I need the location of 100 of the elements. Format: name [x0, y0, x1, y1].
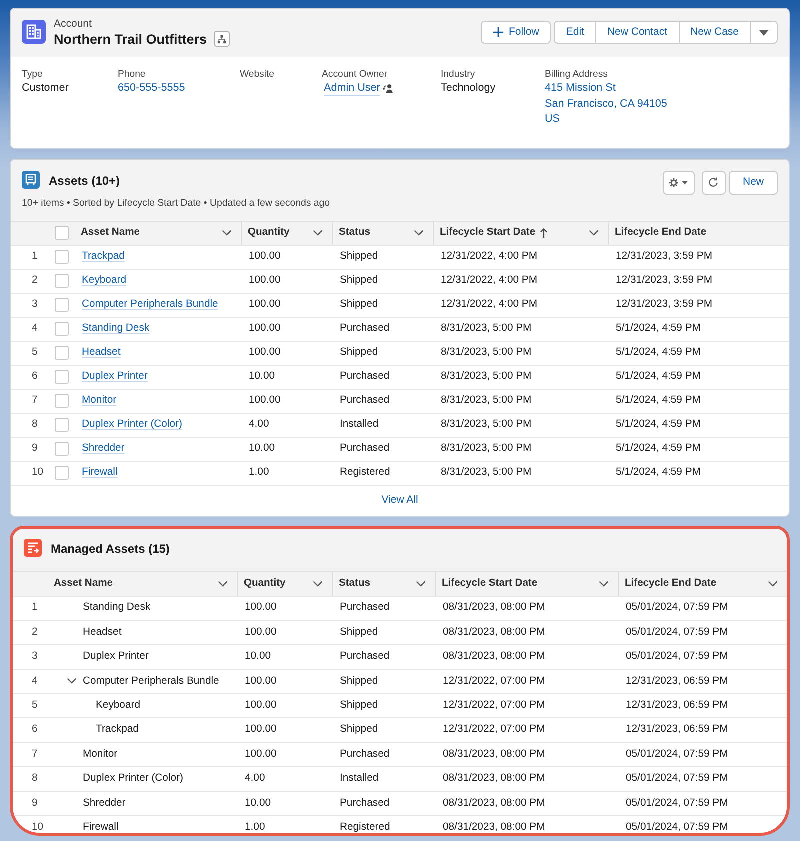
row-checkbox[interactable] — [55, 298, 69, 312]
asset-name: Computer Peripherals Bundle — [83, 674, 220, 689]
column-header[interactable]: Lifecycle Start Date — [436, 570, 619, 596]
row-checkbox[interactable] — [55, 250, 69, 264]
chevron-down-icon[interactable] — [589, 230, 599, 236]
quantity-text: 4.00 — [244, 772, 266, 786]
column-header[interactable]: Asset Name — [75, 220, 242, 244]
asset-name: Monitor — [83, 748, 118, 762]
select-all-checkbox[interactable] — [55, 226, 69, 240]
chevron-down-icon[interactable] — [218, 580, 228, 586]
action-button[interactable]: New Contact — [595, 21, 680, 44]
view-all-link[interactable]: View All — [382, 492, 418, 508]
date-text: 12/31/2022, 4:00 PM — [440, 274, 538, 288]
status-text: Registered — [339, 466, 390, 480]
row-number: 8 — [31, 773, 38, 784]
chevron-down-icon[interactable] — [416, 580, 426, 586]
date-text: 8/31/2023, 5:00 PM — [440, 466, 532, 480]
asset-link[interactable]: Duplex Printer — [82, 371, 148, 382]
row-number: 4 — [31, 676, 38, 687]
action-button[interactable]: New Case — [678, 21, 751, 44]
field-link[interactable]: 415 Mission St — [545, 81, 616, 96]
asset-link[interactable]: Headset — [82, 347, 121, 358]
row-number: 3 — [31, 651, 38, 662]
column-header[interactable]: Lifecycle End Date — [609, 220, 789, 244]
chevron-down-icon[interactable] — [768, 580, 778, 586]
date-text: 5/1/2024, 4:59 PM — [615, 370, 701, 384]
chevron-down-icon[interactable] — [599, 580, 609, 586]
row-number: 10 — [31, 822, 44, 832]
row-checkbox[interactable] — [55, 442, 69, 456]
date-text: 8/31/2023, 5:00 PM — [440, 442, 532, 456]
asset-link[interactable]: Monitor — [82, 395, 117, 406]
row-number: 6 — [31, 371, 38, 382]
asset-link[interactable]: Duplex Printer (Color) — [82, 419, 182, 430]
date-text: 12/31/2022, 4:00 PM — [440, 298, 538, 312]
caret-down-icon — [759, 30, 769, 36]
hierarchy-button[interactable] — [214, 31, 230, 47]
asset-link[interactable]: Shredder — [82, 443, 125, 454]
action-button[interactable]: Edit — [554, 21, 596, 44]
refresh-button[interactable] — [702, 170, 726, 194]
row-number: 7 — [31, 395, 38, 406]
status-text: Shipped — [339, 298, 378, 312]
field-label: Billing Address — [545, 68, 609, 81]
row-number: 5 — [31, 700, 38, 711]
building-icon — [22, 20, 46, 44]
column-header[interactable]: Quantity — [242, 220, 333, 244]
status-text: Purchased — [339, 370, 390, 384]
row-checkbox[interactable] — [55, 370, 69, 384]
field-label: Industry — [441, 68, 476, 81]
follow-button[interactable]: Follow — [481, 21, 552, 44]
quantity-text: 100.00 — [244, 601, 277, 616]
column-header[interactable]: Status — [333, 220, 434, 244]
row-checkbox[interactable] — [55, 346, 69, 360]
asset-name: Duplex Printer (Color) — [83, 772, 184, 786]
quantity-text: 100.00 — [248, 250, 281, 264]
row-checkbox[interactable] — [55, 466, 69, 480]
person-arrow-icon[interactable] — [383, 83, 394, 94]
column-header[interactable]: Status — [333, 570, 436, 596]
status-text: Shipped — [339, 698, 378, 713]
chevron-down-icon[interactable] — [313, 580, 323, 586]
field-link[interactable]: US — [545, 112, 560, 128]
row-checkbox[interactable] — [55, 418, 69, 432]
column-header[interactable]: Quantity — [238, 570, 333, 596]
quantity-text: 100.00 — [248, 394, 281, 408]
quantity-text: 100.00 — [244, 748, 277, 762]
field-label: Website — [240, 68, 276, 81]
asset-link[interactable]: Keyboard — [82, 275, 126, 286]
column-header[interactable]: Asset Name — [48, 570, 238, 596]
chevron-down-icon[interactable] — [67, 678, 77, 684]
quantity-text: 4.00 — [248, 418, 270, 432]
asset-name: Firewall — [83, 820, 119, 832]
field-link[interactable]: San Francisco, CA 94105 — [545, 96, 668, 112]
date-text: 05/01/2024, 07:59 PM — [625, 796, 728, 811]
settings-button[interactable] — [662, 170, 695, 194]
quantity-text: 100.00 — [248, 322, 281, 336]
column-header[interactable]: Lifecycle End Date — [619, 570, 787, 596]
hierarchy-icon — [217, 34, 228, 44]
list-summary: 10+ items • Sorted by Lifecycle Start Date • Updated a few seconds ago — [22, 196, 330, 210]
column-header[interactable]: Lifecycle Start Date — [434, 220, 609, 244]
chevron-down-icon[interactable] — [414, 230, 424, 236]
caret-down-icon — [682, 180, 688, 184]
date-text: 8/31/2023, 5:00 PM — [440, 322, 532, 336]
row-number: 1 — [31, 602, 38, 614]
more-actions-button[interactable] — [750, 21, 778, 44]
status-text: Shipped — [339, 346, 378, 360]
asset-link[interactable]: Standing Desk — [82, 323, 150, 334]
date-text: 5/1/2024, 4:59 PM — [615, 418, 701, 432]
row-checkbox[interactable] — [55, 394, 69, 408]
field-link[interactable]: 650-555-5555 — [118, 81, 186, 96]
user-link[interactable]: Admin User — [324, 81, 380, 96]
asset-link[interactable]: Firewall — [82, 467, 118, 478]
chevron-down-icon[interactable] — [313, 230, 323, 236]
row-checkbox[interactable] — [55, 274, 69, 288]
row-number: 2 — [31, 626, 38, 638]
new-button[interactable]: New — [728, 170, 778, 194]
asset-link[interactable]: Computer Peripherals Bundle — [82, 299, 218, 310]
chevron-down-icon[interactable] — [222, 230, 232, 236]
row-checkbox[interactable] — [55, 322, 69, 336]
status-text: Shipped — [339, 626, 378, 640]
quantity-text: 100.00 — [248, 298, 281, 312]
asset-link[interactable]: Trackpad — [82, 251, 125, 262]
